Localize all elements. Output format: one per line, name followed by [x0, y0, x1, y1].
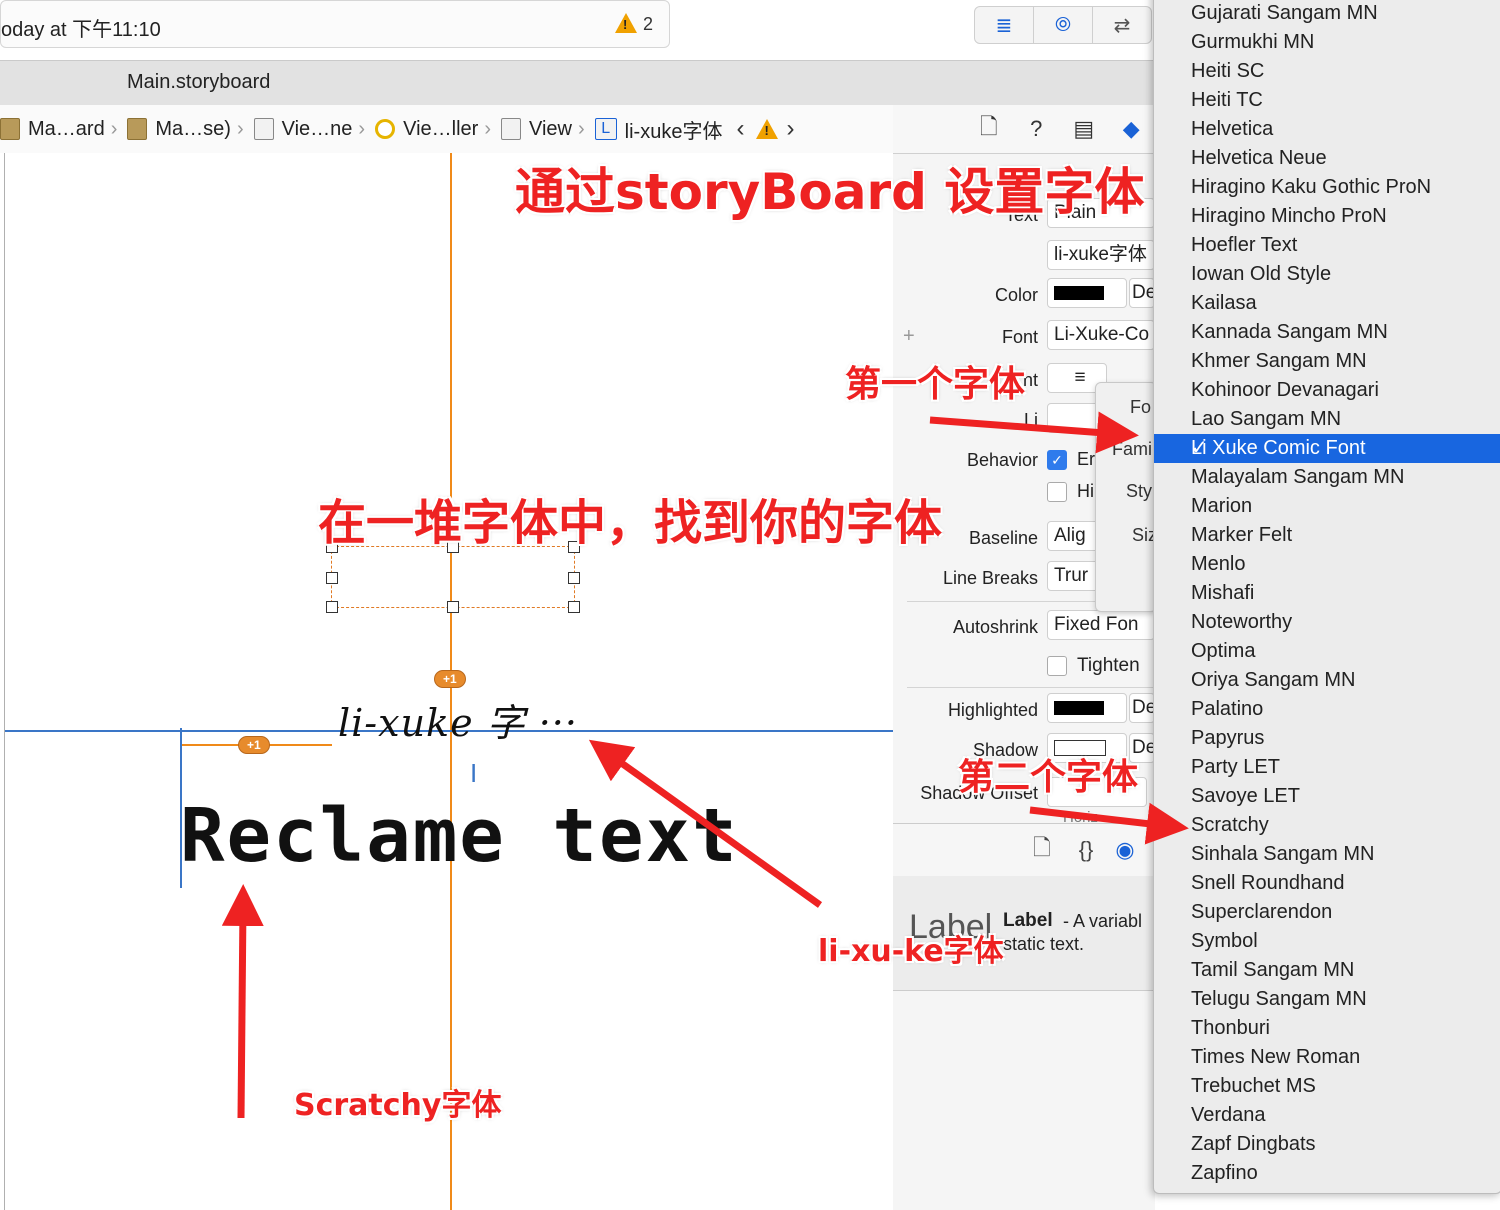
annotation-lixuke-font: li-xu-ke字体: [818, 934, 1004, 969]
annotation-find-font: 在一堆字体中，找到你的字体: [318, 495, 943, 551]
annotation-scratchy-font: Scratchy字体: [294, 1088, 502, 1123]
annotation-second-font: 第二个字体: [958, 757, 1139, 798]
arrow-second-font: [1029, 802, 1189, 845]
annotation-first-font: 第一个字体: [845, 364, 1026, 405]
annotation-title: 通过storyBoard 设置字体: [515, 163, 1145, 221]
arrow-scratchy-label: [221, 884, 264, 1119]
arrow-first-font: [929, 411, 1139, 454]
arrow-lixuke-label: [588, 739, 823, 908]
